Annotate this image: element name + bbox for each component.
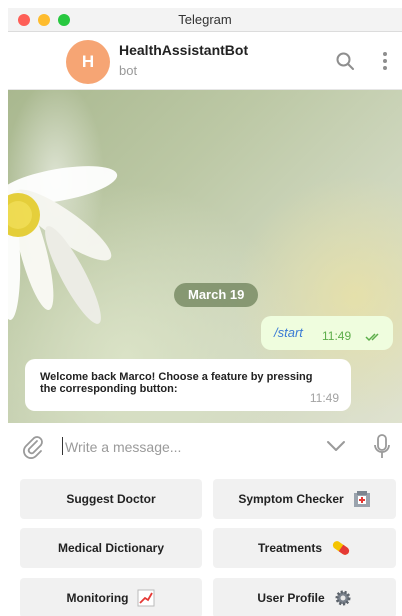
gear-icon <box>334 589 352 607</box>
chat-header: H HealthAssistantBot bot <box>8 32 402 90</box>
message-text[interactable]: /start <box>274 325 303 340</box>
avatar[interactable]: H <box>66 40 110 84</box>
bot-keyboard: Suggest Doctor Symptom Checker Medical D… <box>8 473 402 616</box>
paperclip-icon[interactable] <box>22 435 44 464</box>
wallpaper-flower <box>8 166 118 324</box>
button-label: Treatments <box>257 541 323 555</box>
treatments-button[interactable]: Treatments <box>213 528 396 568</box>
button-label: User Profile <box>257 591 325 605</box>
message-time: 11:49 <box>309 391 339 405</box>
message-composer <box>8 423 402 473</box>
user-profile-button[interactable]: User Profile <box>213 578 396 616</box>
button-label: Medical Dictionary <box>57 541 165 555</box>
chevron-down-icon[interactable] <box>326 439 346 457</box>
chat-title[interactable]: HealthAssistantBot <box>119 42 248 58</box>
pill-icon <box>331 540 351 556</box>
medical-dictionary-button[interactable]: Medical Dictionary <box>20 528 202 568</box>
double-check-icon <box>365 329 383 347</box>
button-label: Monitoring <box>66 591 129 605</box>
text-cursor <box>62 437 63 455</box>
button-label: Symptom Checker <box>238 492 344 506</box>
more-options-icon[interactable] <box>372 48 398 74</box>
chart-increasing-icon <box>137 589 155 607</box>
message-input[interactable] <box>65 436 315 458</box>
microphone-icon[interactable] <box>373 434 391 465</box>
chat-area[interactable]: March 19 /start 11:49 Welcome back Marco… <box>8 90 402 423</box>
symptom-checker-button[interactable]: Symptom Checker <box>213 479 396 519</box>
suggest-doctor-button[interactable]: Suggest Doctor <box>20 479 202 519</box>
chat-status: bot <box>119 63 138 78</box>
search-icon[interactable] <box>332 48 358 74</box>
message-time: 11:49 <box>322 329 352 343</box>
hospital-icon <box>353 490 371 508</box>
window-title: Telegram <box>178 12 232 27</box>
date-separator: March 19 <box>174 283 259 307</box>
outgoing-message[interactable]: /start 11:49 <box>261 316 393 350</box>
message-text: Welcome back Marco! Choose a feature by … <box>40 371 313 395</box>
incoming-message[interactable]: Welcome back Marco! Choose a feature by … <box>25 359 351 411</box>
monitoring-button[interactable]: Monitoring <box>20 578 202 616</box>
button-label: Suggest Doctor <box>66 492 156 506</box>
window-titlebar: Telegram <box>8 8 402 32</box>
